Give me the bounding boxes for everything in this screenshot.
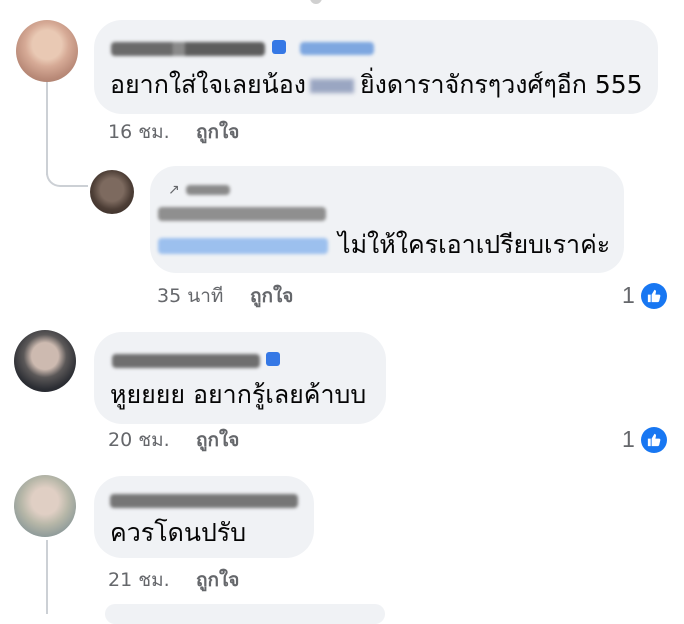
next-comment-fragment	[105, 604, 385, 624]
reaction-count: 1	[622, 426, 635, 452]
redacted-name	[309, 79, 354, 93]
thread-line-curve	[46, 173, 88, 187]
reply-label	[186, 185, 230, 195]
like-link[interactable]: ถูกใจ	[196, 429, 239, 451]
comment-text: หูยยยย อยากรู้เลยค้าบบ	[110, 380, 367, 409]
reply-bubble: ↗ ไม่ให้ใครเอาเปรียบเราค่ะ	[150, 166, 624, 273]
thread-line	[46, 540, 48, 614]
like-link[interactable]: ถูกใจ	[196, 121, 239, 143]
previous-comment-fragment	[310, 0, 322, 4]
like-thumb-icon	[640, 426, 667, 453]
reaction-summary[interactable]: 1	[622, 282, 667, 309]
commenter-badge-text	[300, 42, 374, 55]
comment-time[interactable]: 21 ชม.	[108, 569, 170, 591]
like-link[interactable]: ถูกใจ	[196, 569, 239, 591]
commenter-name[interactable]	[111, 42, 265, 56]
avatar[interactable]	[90, 170, 134, 214]
mentioned-name-link[interactable]	[158, 238, 328, 254]
commenter-name[interactable]	[158, 207, 326, 221]
commenter-name[interactable]	[112, 354, 260, 368]
thread-line	[46, 80, 48, 175]
reply-arrow-icon: ↗	[168, 182, 180, 198]
comment-text: ควรโดนปรับ	[110, 518, 247, 547]
comment-bubble: หูยยยย อยากรู้เลยค้าบบ	[94, 332, 386, 424]
avatar[interactable]	[14, 475, 76, 537]
verified-badge-icon	[272, 40, 286, 54]
reply-text: ไม่ให้ใครเอาเปรียบเราค่ะ	[338, 230, 611, 259]
comment-time[interactable]: 16 ชม.	[108, 121, 170, 143]
reaction-summary[interactable]: 1	[622, 426, 667, 453]
reaction-count: 1	[622, 282, 635, 308]
verified-badge-icon	[266, 352, 280, 366]
commenter-name[interactable]	[110, 494, 298, 508]
comment-bubble: อยากใส่ใจเลยน้อง ยิ่งดาราจักรๆวงศ์ๆอีก 55…	[94, 20, 658, 114]
reply-time[interactable]: 35 นาที	[157, 285, 223, 307]
comment-text: อยากใส่ใจเลยน้อง ยิ่งดาราจักรๆวงศ์ๆอีก 55…	[110, 70, 643, 99]
comment-bubble: ควรโดนปรับ	[94, 476, 314, 558]
avatar[interactable]	[16, 20, 78, 82]
comment-time[interactable]: 20 ชม.	[108, 429, 170, 451]
like-thumb-icon	[640, 282, 667, 309]
avatar[interactable]	[14, 330, 76, 392]
like-link[interactable]: ถูกใจ	[250, 285, 293, 307]
